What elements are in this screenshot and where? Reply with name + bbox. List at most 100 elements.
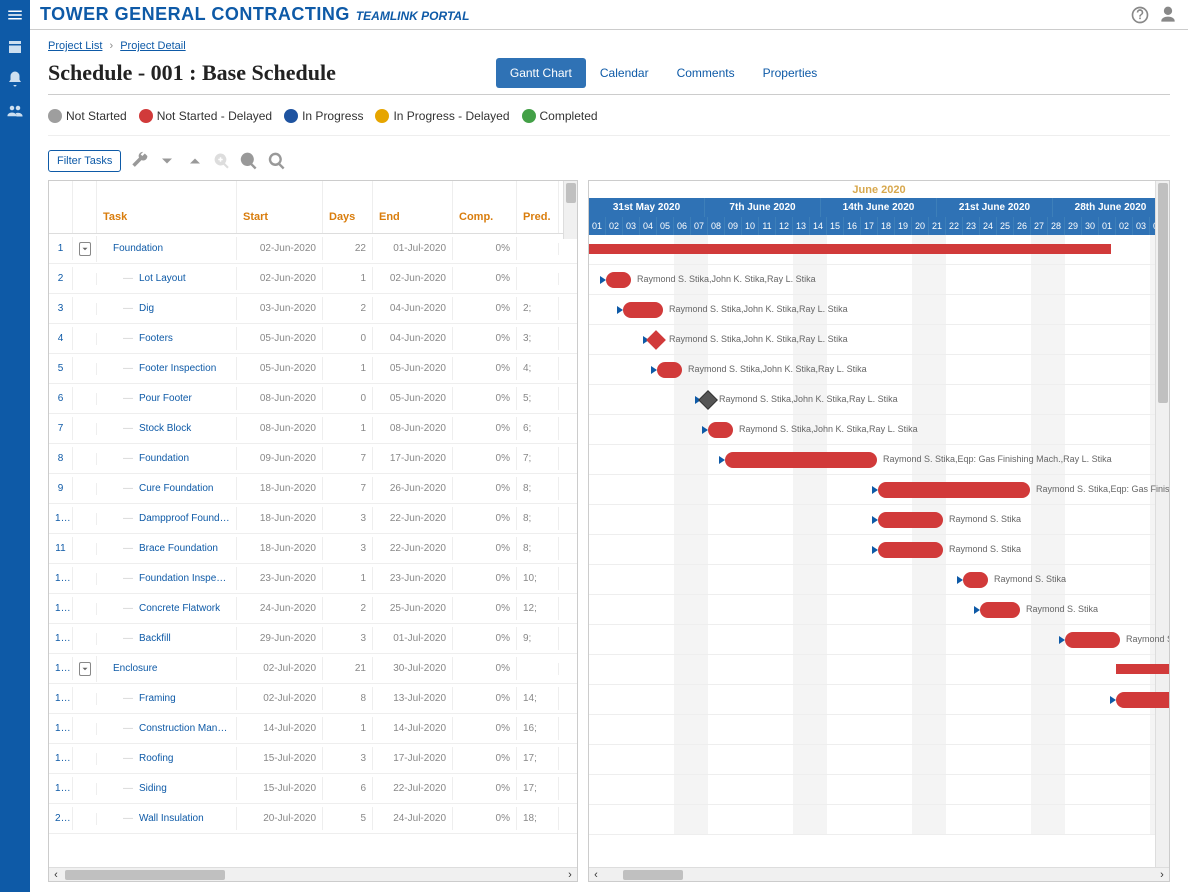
chevron-up-icon[interactable] bbox=[185, 151, 205, 171]
gantt-bar-label: Raymond S. Stika bbox=[949, 514, 1021, 524]
grid-header: Task Start Days End Comp. Pred. bbox=[49, 181, 577, 234]
hamburger-icon bbox=[6, 6, 24, 24]
gantt-bar-label: Raymond S. Stika bbox=[1126, 634, 1169, 644]
breadcrumb-project-list[interactable]: Project List bbox=[48, 40, 102, 52]
table-row[interactable]: 9—Cure Foundation18-Jun-2020726-Jun-2020… bbox=[49, 474, 577, 504]
chevron-down-icon bbox=[80, 664, 90, 674]
gantt-body[interactable]: Raymond S. Stika,John K. Stika,Ray L. St… bbox=[589, 235, 1169, 867]
gantt-hscroll[interactable]: ‹ › bbox=[589, 867, 1169, 881]
nav-team-icon[interactable] bbox=[6, 102, 24, 120]
expand-toggle[interactable] bbox=[79, 662, 91, 676]
gantt-bar[interactable] bbox=[623, 302, 663, 318]
legend-in-progress-delayed: In Progress - Delayed bbox=[375, 109, 509, 123]
col-start[interactable]: Start bbox=[237, 181, 323, 233]
tab-comments[interactable]: Comments bbox=[663, 58, 749, 88]
breadcrumb-sep: › bbox=[109, 40, 113, 52]
table-row[interactable]: 15Enclosure02-Jul-20202130-Jul-20200% bbox=[49, 654, 577, 684]
gantt-bar-label: Raymond S. Stika,John K. Stika,Ray L. St… bbox=[669, 304, 848, 314]
table-row[interactable]: 5—Footer Inspection05-Jun-2020105-Jun-20… bbox=[49, 354, 577, 384]
table-row[interactable]: 20—Wall Insulation20-Jul-2020524-Jul-202… bbox=[49, 804, 577, 834]
grid-body[interactable]: 1Foundation02-Jun-20202201-Jul-20200%2—L… bbox=[49, 234, 577, 867]
zoom-out-icon[interactable] bbox=[239, 151, 259, 171]
scroll-left-icon[interactable]: ‹ bbox=[49, 868, 63, 882]
tab-calendar[interactable]: Calendar bbox=[586, 58, 663, 88]
table-row[interactable]: 7—Stock Block08-Jun-2020108-Jun-20200%6; bbox=[49, 414, 577, 444]
gantt-bar[interactable] bbox=[725, 452, 877, 468]
grid-hscroll[interactable]: ‹ › bbox=[49, 867, 577, 881]
gantt-parent-bar[interactable] bbox=[589, 244, 1111, 254]
nav-projects-icon[interactable] bbox=[6, 38, 24, 56]
gantt-bar[interactable] bbox=[708, 422, 733, 438]
breadcrumb-project-detail[interactable]: Project Detail bbox=[120, 40, 185, 52]
nav-alerts-icon[interactable] bbox=[6, 70, 24, 88]
gantt-bar-label: Raymond S. Stika,John K. Stika,Ray L. St… bbox=[669, 334, 848, 344]
gantt-vscroll[interactable] bbox=[1155, 181, 1169, 867]
content: Project List › Project Detail Schedule -… bbox=[30, 30, 1188, 892]
search-icon[interactable] bbox=[267, 151, 287, 171]
filter-tasks-button[interactable]: Filter Tasks bbox=[48, 150, 121, 172]
gantt-bar-label: Raymond S. Stika,John K. Stika,Ray L. St… bbox=[719, 394, 898, 404]
zoom-in-icon[interactable] bbox=[213, 152, 231, 170]
col-task[interactable]: Task bbox=[97, 181, 237, 233]
gantt-bar[interactable] bbox=[963, 572, 988, 588]
table-row[interactable]: 12—Foundation Inspection23-Jun-2020123-J… bbox=[49, 564, 577, 594]
table-row[interactable]: 4—Footers05-Jun-2020004-Jun-20200%3; bbox=[49, 324, 577, 354]
gantt-bar[interactable] bbox=[980, 602, 1020, 618]
task-grid: Task Start Days End Comp. Pred. 1Foundat… bbox=[48, 180, 578, 882]
breadcrumb: Project List › Project Detail bbox=[48, 40, 1170, 52]
brand-main: Tower General Contracting bbox=[40, 4, 350, 25]
brand: Tower General Contracting TeamLink Porta… bbox=[40, 4, 469, 25]
gantt-scroll-left-icon[interactable]: ‹ bbox=[589, 868, 603, 882]
tab-gantt[interactable]: Gantt Chart bbox=[496, 58, 586, 88]
table-row[interactable]: 16—Framing02-Jul-2020813-Jul-20200%14; bbox=[49, 684, 577, 714]
gantt-parent-bar[interactable] bbox=[1116, 664, 1169, 674]
gantt-bar[interactable] bbox=[606, 272, 631, 288]
col-end[interactable]: End bbox=[373, 181, 453, 233]
table-row[interactable]: 10—Dampproof Foundation18-Jun-2020322-Ju… bbox=[49, 504, 577, 534]
gantt-bar[interactable] bbox=[1065, 632, 1120, 648]
table-row[interactable]: 19—Siding15-Jul-2020622-Jul-20200%17; bbox=[49, 774, 577, 804]
legend-completed: Completed bbox=[522, 109, 598, 123]
col-days[interactable]: Days bbox=[323, 181, 373, 233]
expand-toggle[interactable] bbox=[79, 242, 91, 256]
table-row[interactable]: 2—Lot Layout02-Jun-2020102-Jun-20200% bbox=[49, 264, 577, 294]
brand-sub: TeamLink Portal bbox=[356, 9, 470, 23]
help-icon[interactable] bbox=[1130, 5, 1150, 25]
gantt-days: 0102030405060708091011121314151617181920… bbox=[589, 217, 1169, 235]
chevron-down-icon[interactable] bbox=[157, 151, 177, 171]
titlebar: Schedule - 001 : Base Schedule Gantt Cha… bbox=[48, 58, 1170, 95]
gantt-bar[interactable] bbox=[657, 362, 682, 378]
gantt-bar[interactable] bbox=[878, 512, 943, 528]
table-row[interactable]: 14—Backfill29-Jun-2020301-Jul-20200%9; bbox=[49, 624, 577, 654]
table-row[interactable]: 18—Roofing15-Jul-2020317-Jul-20200%17; bbox=[49, 744, 577, 774]
toolbar: Filter Tasks bbox=[48, 150, 1170, 172]
table-row[interactable]: 17—Construction Manager ...14-Jul-202011… bbox=[49, 714, 577, 744]
gantt-bar-label: Raymond S. Stika,Eqp: Gas Finishing Mach… bbox=[883, 454, 1112, 464]
gantt-bar-label: Raymond S. Stika,Eqp: Gas Finishing Mach… bbox=[1036, 484, 1169, 494]
legend-not-started: Not Started bbox=[48, 109, 127, 123]
table-row[interactable]: 1Foundation02-Jun-20202201-Jul-20200% bbox=[49, 234, 577, 264]
wrench-icon[interactable] bbox=[129, 151, 149, 171]
topbar: Tower General Contracting TeamLink Porta… bbox=[0, 0, 1188, 30]
gantt-bar-label: Raymond S. Stika,John K. Stika,Ray L. St… bbox=[688, 364, 867, 374]
scroll-right-icon[interactable]: › bbox=[563, 868, 577, 882]
gantt-bar[interactable] bbox=[878, 542, 943, 558]
gantt-bar[interactable] bbox=[1116, 692, 1169, 708]
table-row[interactable]: 3—Dig03-Jun-2020204-Jun-20200%2; bbox=[49, 294, 577, 324]
table-row[interactable]: 8—Foundation09-Jun-2020717-Jun-20200%7; bbox=[49, 444, 577, 474]
gantt-chart: June 2020 31st May 20207th June 202014th… bbox=[588, 180, 1170, 882]
col-pred[interactable]: Pred. bbox=[517, 181, 559, 233]
user-icon[interactable] bbox=[1158, 5, 1178, 25]
table-row[interactable]: 6—Pour Footer08-Jun-2020005-Jun-20200%5; bbox=[49, 384, 577, 414]
tab-properties[interactable]: Properties bbox=[749, 58, 832, 88]
table-row[interactable]: 11—Brace Foundation18-Jun-2020322-Jun-20… bbox=[49, 534, 577, 564]
leftnav bbox=[0, 30, 30, 892]
legend-not-started-delayed: Not Started - Delayed bbox=[139, 109, 272, 123]
gantt-bar[interactable] bbox=[878, 482, 1030, 498]
gantt-scroll-right-icon[interactable]: › bbox=[1155, 868, 1169, 882]
col-comp[interactable]: Comp. bbox=[453, 181, 517, 233]
table-row[interactable]: 13—Concrete Flatwork24-Jun-2020225-Jun-2… bbox=[49, 594, 577, 624]
hamburger-menu[interactable] bbox=[0, 0, 30, 30]
gantt-bar-label: Raymond S. Stika,John K. Stika,Ray L. St… bbox=[739, 424, 918, 434]
legend-in-progress: In Progress bbox=[284, 109, 363, 123]
